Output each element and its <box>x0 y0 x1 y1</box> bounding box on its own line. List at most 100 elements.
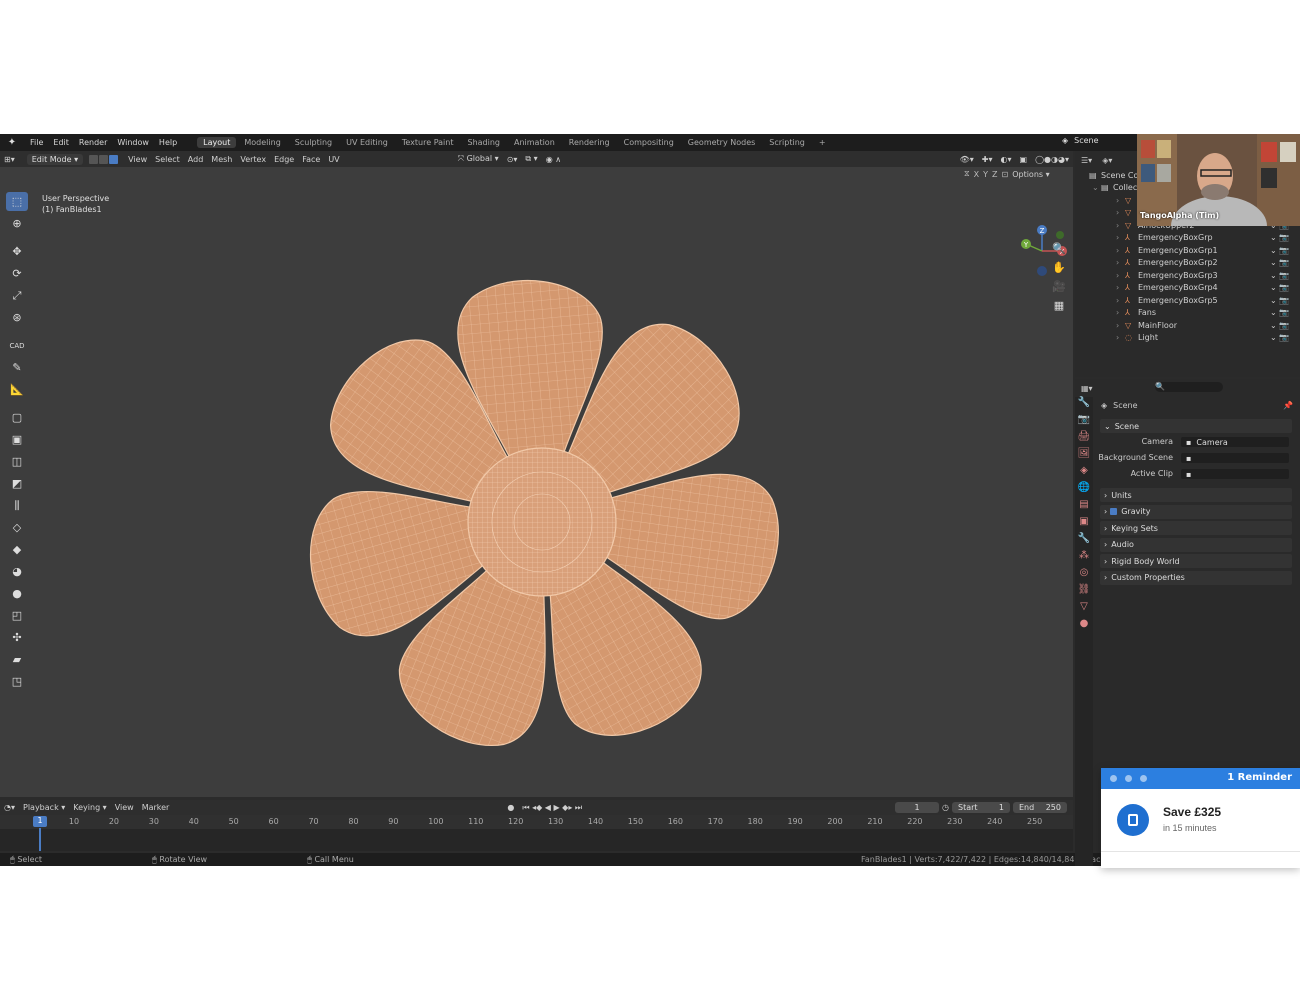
gravity-checkbox[interactable] <box>1110 508 1118 515</box>
select-box-tool[interactable]: ⬚ <box>6 192 28 211</box>
menu-render[interactable]: Render <box>79 138 107 147</box>
move-tool[interactable]: ✥ <box>6 242 28 261</box>
world-tab-icon[interactable]: 🌐 <box>1075 482 1093 499</box>
options-dropdown[interactable]: Options ▾ <box>1012 170 1049 179</box>
menu-face[interactable]: Face <box>302 155 320 164</box>
face-select-icon[interactable] <box>109 154 119 164</box>
expand-icon[interactable]: › <box>1116 283 1119 292</box>
tab-animation[interactable]: Animation <box>508 137 561 148</box>
timeline[interactable]: 1102030405060708090100110120130140150160… <box>0 815 1073 851</box>
knife-tool[interactable]: ◇ <box>6 518 28 537</box>
collection-tab-icon[interactable]: ▤ <box>1075 499 1093 516</box>
tab-modeling[interactable]: Modeling <box>238 137 286 148</box>
loop-cut-tool[interactable]: ⫼ <box>6 496 28 515</box>
bevel-tool[interactable]: ◩ <box>6 474 28 493</box>
outliner-item[interactable]: › ⅄ EmergencyBoxGrp4 ⌄ 📷 <box>1075 282 1300 294</box>
expand-icon[interactable]: › <box>1116 246 1119 255</box>
tab-compositing[interactable]: Compositing <box>618 137 680 148</box>
expand-icon[interactable]: ⌄ <box>1092 183 1099 192</box>
expand-icon[interactable]: › <box>1116 233 1119 242</box>
edge-slide-tool[interactable]: ◰ <box>6 606 28 625</box>
edge-select-icon[interactable] <box>99 154 109 164</box>
visibility-eye-icon[interactable]: ⌄ 📷 <box>1270 308 1289 317</box>
add-cube-tool[interactable]: ▢ <box>6 408 28 427</box>
menu-vertex[interactable]: Vertex <box>240 155 266 164</box>
zoom-icon[interactable]: 🔍 <box>1051 242 1067 261</box>
menu-mesh[interactable]: Mesh <box>211 155 232 164</box>
outliner-item[interactable]: › ⅄ EmergencyBoxGrp1 ⌄ 📷 <box>1075 244 1300 256</box>
expand-icon[interactable]: › <box>1116 296 1119 305</box>
fan-blades-mesh[interactable] <box>300 277 780 747</box>
output-tab-icon[interactable]: 🖨 <box>1075 431 1093 448</box>
panel-section[interactable]: › Audio <box>1100 537 1292 552</box>
menu-edit[interactable]: Edit <box>53 138 69 147</box>
expand-icon[interactable]: › <box>1116 308 1119 317</box>
visibility-eye-icon[interactable]: ⌄ 📷 <box>1270 296 1289 305</box>
menu-window[interactable]: Window <box>117 138 149 147</box>
visibility-eye-icon[interactable]: ⌄ 📷 <box>1270 258 1289 267</box>
menu-select[interactable]: Select <box>155 155 180 164</box>
menu-marker[interactable]: Marker <box>142 803 170 812</box>
ortho-grid-icon[interactable]: ▦ <box>1051 299 1067 318</box>
extrude-tool[interactable]: ▣ <box>6 430 28 449</box>
panel-section[interactable]: › Gravity <box>1100 504 1292 519</box>
tool-tab-icon[interactable]: 🔧 <box>1075 397 1093 414</box>
timeline-editor-icon[interactable]: ◔▾ <box>4 803 15 812</box>
properties-editor-icon[interactable]: ▦▾ <box>1081 384 1093 393</box>
visibility-eye-icon[interactable]: ⌄ 📷 <box>1270 271 1289 280</box>
cursor-tool[interactable]: ⊕ <box>6 214 28 233</box>
current-frame-field[interactable]: 1 <box>895 802 939 813</box>
display-mode-icon[interactable]: ◈▾ <box>1102 156 1112 165</box>
outliner-item[interactable]: › ⅄ EmergencyBoxGrp3 ⌄ 📷 <box>1075 269 1300 281</box>
expand-icon[interactable]: › <box>1116 258 1119 267</box>
outliner-item[interactable]: › ◌ Light ⌄ 📷 <box>1075 332 1300 344</box>
pan-hand-icon[interactable]: ✋ <box>1051 261 1067 280</box>
menu-uv[interactable]: UV <box>328 155 339 164</box>
reminder-notification[interactable]: 1 Reminder Save £325 in 15 minutes <box>1101 768 1300 868</box>
field-value-input[interactable]: ▪ <box>1181 469 1289 479</box>
visibility-eye-icon[interactable]: ⌄ 📷 <box>1270 333 1289 342</box>
menu-edge[interactable]: Edge <box>274 155 294 164</box>
tab-layout[interactable]: Layout <box>197 137 237 148</box>
annotate-tool[interactable]: ✎ <box>6 358 28 377</box>
menu-help[interactable]: Help <box>159 138 177 147</box>
outliner-item[interactable]: › ▽ MainFloor ⌄ 📷 <box>1075 319 1300 331</box>
view-layer-tab-icon[interactable]: 🖼 <box>1075 448 1093 465</box>
transform-tool[interactable]: ⊛ <box>6 308 28 327</box>
editor-type-icon[interactable]: ⊞▾ <box>4 155 15 164</box>
mirror-icon[interactable]: ⧖ <box>964 169 970 179</box>
tab-shading[interactable]: Shading <box>461 137 506 148</box>
field-value-input[interactable]: ▪ Camera <box>1181 437 1289 447</box>
menu-playback[interactable]: Playback ▾ <box>23 803 65 812</box>
panel-section[interactable]: › Units <box>1100 488 1292 502</box>
axis-y-toggle[interactable]: Y <box>983 170 988 179</box>
tab-geometry-nodes[interactable]: Geometry Nodes <box>682 137 761 148</box>
visibility-eye-icon[interactable]: ⌄ 📷 <box>1270 246 1289 255</box>
xray-icon[interactable]: ▣ <box>1020 155 1028 164</box>
spin-tool[interactable]: ◕ <box>6 562 28 581</box>
expand-icon[interactable]: › <box>1116 221 1119 230</box>
frame-ruler[interactable]: 1102030405060708090100110120130140150160… <box>0 815 1073 829</box>
pivot-icon[interactable]: ⊙▾ <box>507 155 518 164</box>
constraints-tab-icon[interactable]: ⛓ <box>1075 584 1093 601</box>
scale-tool[interactable]: ⤢ <box>6 286 28 305</box>
panel-section[interactable]: › Custom Properties <box>1100 570 1292 585</box>
smooth-tool[interactable]: ● <box>6 584 28 603</box>
gizmo-toggle-icon[interactable]: ✚▾ <box>982 155 993 164</box>
visibility-icon[interactable]: 👁▾ <box>960 155 974 164</box>
playhead[interactable] <box>39 828 41 851</box>
outliner-item[interactable]: › ⅄ EmergencyBoxGrp2 ⌄ 📷 <box>1075 257 1300 269</box>
menu-add[interactable]: Add <box>188 155 204 164</box>
measure-tool[interactable]: 📐 <box>6 380 28 399</box>
menu-file[interactable]: File <box>30 138 43 147</box>
cad-tool[interactable]: CAD <box>6 336 28 355</box>
outliner-item[interactable]: › ⅄ Fans ⌄ 📷 <box>1075 307 1300 319</box>
3d-viewport[interactable]: User Perspective (1) FanBlades1 ⧖ X Y Z … <box>0 167 1073 797</box>
outliner-item[interactable]: › ⅄ EmergencyBoxGrp ⌄ 📷 <box>1075 232 1300 244</box>
axis-x-toggle[interactable]: X <box>974 170 979 179</box>
overlay-toggle-icon[interactable]: ◐▾ <box>1001 155 1012 164</box>
modifier-tab-icon[interactable]: 🔧 <box>1075 533 1093 550</box>
record-icon[interactable]: ● <box>507 803 514 812</box>
end-frame-field[interactable]: End 250 <box>1012 802 1067 813</box>
expand-icon[interactable]: › <box>1116 321 1119 330</box>
